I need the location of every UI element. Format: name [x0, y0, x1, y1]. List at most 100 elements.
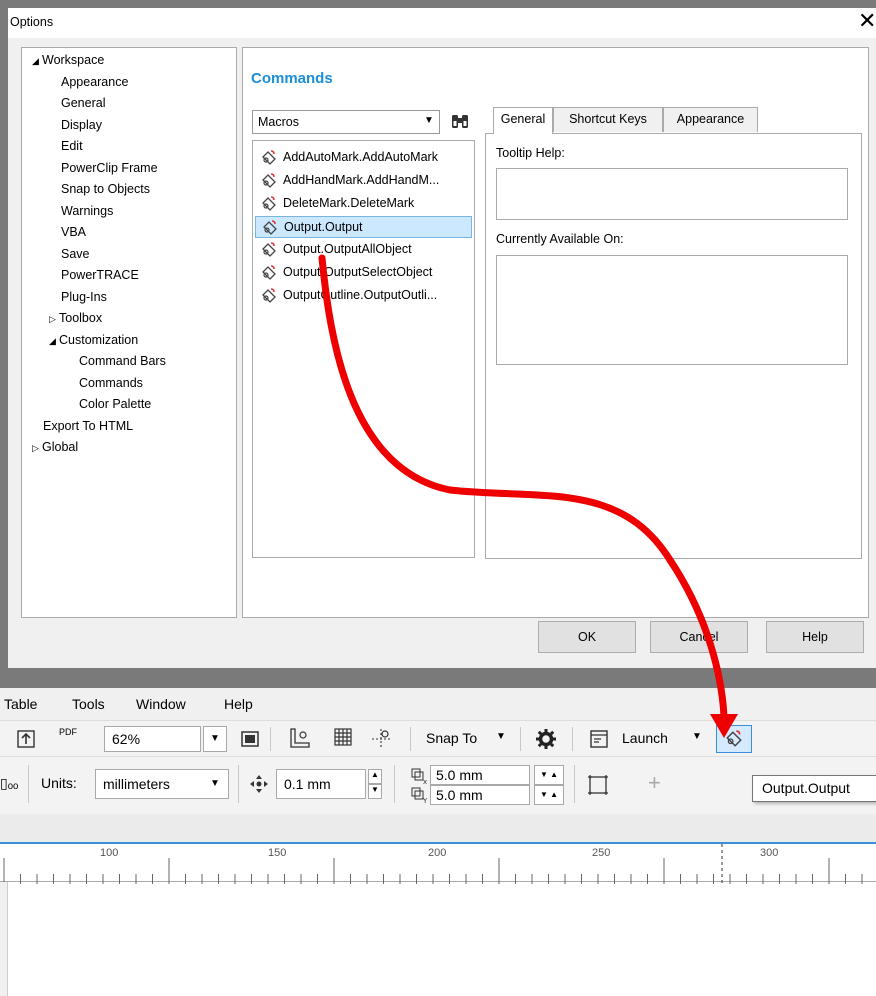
nudge-up-button[interactable]: ▲ — [368, 769, 382, 784]
tree-item-global[interactable]: ▷ Global — [32, 439, 78, 456]
collapse-icon[interactable]: ◢ — [49, 333, 59, 349]
macro-icon — [262, 196, 276, 211]
expand-icon[interactable]: ▷ — [49, 311, 59, 327]
tree-item-snap-to-objects[interactable]: Snap to Objects — [61, 181, 150, 197]
list-item[interactable]: Output.OutputAllObject — [255, 239, 472, 261]
menu-bar: Table Tools Window Help — [0, 688, 876, 720]
duplicate-x-field[interactable]: 5.0 mm — [430, 765, 530, 785]
tree-item-toolbox[interactable]: ▷ Toolbox — [49, 310, 102, 327]
list-item[interactable]: AddHandMark.AddHandM... — [255, 170, 472, 192]
list-item[interactable]: OutputOutline.OutputOutli... — [255, 285, 472, 307]
macro-icon — [726, 730, 742, 747]
show-grid-icon[interactable] — [333, 727, 353, 747]
tab-shortcut-keys[interactable]: Shortcut Keys — [553, 107, 663, 132]
available-on-list[interactable] — [496, 255, 848, 365]
nudge-field[interactable]: 0.1 mm — [276, 769, 366, 799]
page-icon: ▯ₒₒ — [0, 775, 19, 791]
chevron-down-icon[interactable]: ▼ — [692, 731, 702, 742]
ruler-label: 150 — [268, 847, 287, 859]
add-page-icon[interactable]: + — [648, 770, 661, 796]
tree-item-plug-ins[interactable]: Plug-Ins — [61, 289, 107, 305]
full-screen-icon[interactable] — [240, 729, 260, 749]
output-macro-button[interactable] — [716, 725, 752, 753]
tree-item-powertrace[interactable]: PowerTRACE — [61, 267, 139, 283]
zoom-dropdown[interactable]: ▼ — [203, 726, 227, 752]
command-label: DeleteMark.DeleteMark — [283, 196, 415, 210]
help-button[interactable]: Help — [766, 621, 864, 653]
tree-item-edit[interactable]: Edit — [61, 138, 83, 154]
macro-icon — [262, 288, 276, 303]
tree-item-warnings[interactable]: Warnings — [61, 203, 113, 219]
menu-table[interactable]: Table — [4, 696, 37, 712]
list-item[interactable]: DeleteMark.DeleteMark — [255, 193, 472, 215]
ok-button[interactable]: OK — [538, 621, 636, 653]
dialog-titlebar: Options ✕ — [8, 8, 876, 38]
tree-item-customization[interactable]: ◢ Customization — [49, 332, 138, 349]
tree-item-vba[interactable]: VBA — [61, 224, 86, 240]
vertical-ruler[interactable] — [0, 882, 8, 996]
tree-item-command-bars[interactable]: Command Bars — [79, 353, 166, 369]
svg-text:Y: Y — [422, 797, 428, 804]
command-label: OutputOutline.OutputOutli... — [283, 288, 438, 302]
standard-toolbar: PDF 62% ▼ Snap To ▼ Launch ▼ — [0, 720, 876, 756]
bleed-icon[interactable] — [586, 773, 610, 797]
duplicate-y-icon: Y — [411, 787, 428, 804]
tree-item-appearance[interactable]: Appearance — [61, 74, 128, 90]
zoom-field[interactable]: 62% — [104, 726, 201, 752]
duplicate-y-spin[interactable]: ▼ ▲ — [534, 785, 564, 805]
app-window: Table Tools Window Help PDF 62% ▼ Snap T… — [0, 688, 876, 996]
list-item-selected[interactable]: Output.Output — [255, 216, 472, 238]
units-select[interactable]: millimeters ▼ — [95, 769, 229, 799]
snap-to-menu[interactable]: Snap To — [426, 730, 477, 746]
options-dialog: Options ✕ ◢ Workspace Appearance General … — [8, 8, 876, 668]
duplicate-x-spin[interactable]: ▼ ▲ — [534, 765, 564, 785]
nudge-down-button[interactable]: ▼ — [368, 784, 382, 799]
horizontal-ruler[interactable]: 100 150 200 250 300 — [0, 842, 876, 884]
command-label: Output.OutputAllObject — [283, 242, 412, 256]
duplicate-y-field[interactable]: 5.0 mm — [430, 785, 530, 805]
command-list[interactable]: AddAutoMark.AddAutoMark AddHandMark.AddH… — [252, 140, 475, 558]
show-rulers-icon[interactable] — [289, 727, 311, 749]
chevron-down-icon[interactable]: ▼ — [496, 731, 506, 742]
tree-item-general[interactable]: General — [61, 95, 105, 111]
tab-appearance[interactable]: Appearance — [663, 107, 758, 132]
pdf-icon[interactable]: PDF — [59, 727, 77, 737]
ruler-label: 200 — [428, 847, 447, 859]
gear-icon[interactable] — [535, 728, 557, 750]
binoculars-icon — [452, 115, 468, 128]
macro-icon — [263, 220, 277, 235]
tab-general[interactable]: General — [493, 107, 553, 134]
macro-icon — [262, 150, 276, 165]
tree-item-commands[interactable]: Commands — [79, 375, 143, 391]
tree-item-color-palette[interactable]: Color Palette — [79, 396, 151, 412]
menu-tools[interactable]: Tools — [72, 696, 105, 712]
category-select[interactable]: Macros ▼ — [252, 110, 440, 134]
launch-button[interactable]: Launch — [622, 730, 668, 746]
units-label: Units: — [41, 775, 77, 791]
find-button[interactable] — [449, 110, 471, 134]
menu-window[interactable]: Window — [136, 696, 186, 712]
tree-item-display[interactable]: Display — [61, 117, 102, 133]
export-icon[interactable] — [16, 729, 36, 749]
tree-item-export-to-html[interactable]: Export To HTML — [43, 418, 133, 434]
macro-icon — [262, 242, 276, 257]
menu-help[interactable]: Help — [224, 696, 253, 712]
list-item[interactable]: Output.OutputSelectObject — [255, 262, 472, 284]
list-item[interactable]: AddAutoMark.AddAutoMark — [255, 147, 472, 169]
collapse-icon[interactable]: ◢ — [32, 53, 42, 69]
tree-item-powerclip-frame[interactable]: PowerClip Frame — [61, 160, 158, 176]
close-icon[interactable]: ✕ — [858, 10, 876, 32]
tooltip-help-field[interactable] — [496, 168, 848, 220]
expand-icon[interactable]: ▷ — [32, 440, 42, 456]
property-bar: ▯ₒₒ Units: millimeters ▼ 0.1 mm ▲ ▼ x Y … — [0, 756, 876, 814]
show-guidelines-icon[interactable] — [370, 727, 392, 749]
tree-item-workspace[interactable]: ◢ Workspace — [32, 52, 104, 69]
macro-icon — [262, 265, 276, 280]
launch-icon[interactable] — [589, 729, 609, 749]
command-label: AddHandMark.AddHandM... — [283, 173, 440, 187]
ruler-label: 300 — [760, 847, 779, 859]
available-on-label: Currently Available On: — [496, 232, 624, 246]
tree-item-save[interactable]: Save — [61, 246, 90, 262]
cancel-button[interactable]: Cancel — [650, 621, 748, 653]
chevron-down-icon: ▼ — [210, 778, 220, 789]
